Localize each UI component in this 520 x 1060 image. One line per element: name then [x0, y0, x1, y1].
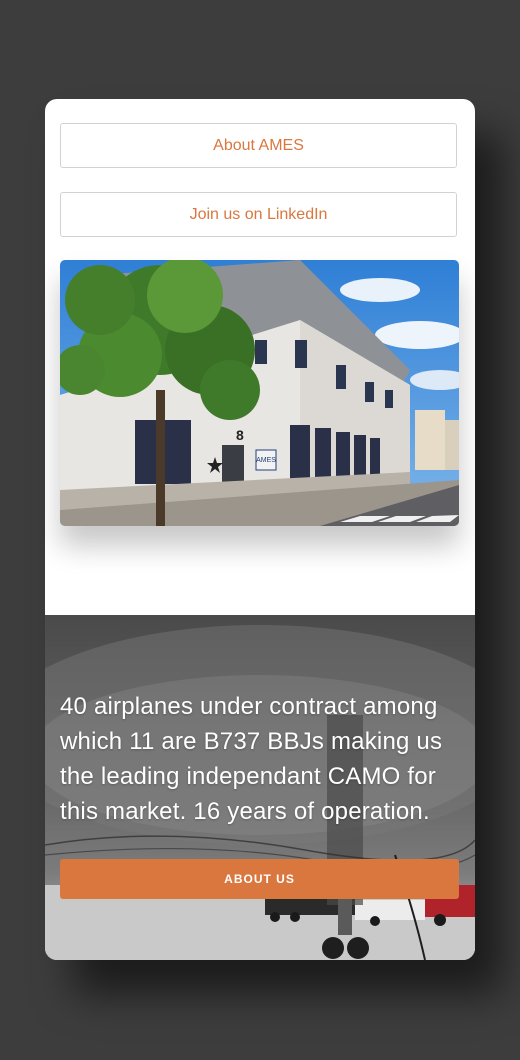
hero-section: 40 airplanes under contract among which …: [45, 615, 475, 960]
house-number: 8: [236, 427, 244, 443]
hero-description: 40 airplanes under contract among which …: [60, 693, 443, 825]
linkedin-button[interactable]: Join us on LinkedIn: [60, 192, 457, 237]
office-building-photo: AMES 8: [60, 260, 459, 526]
about-ames-button[interactable]: About AMES: [60, 123, 457, 168]
about-us-button[interactable]: ABOUT US: [60, 859, 459, 899]
building-sign-text: AMES: [256, 457, 276, 464]
mobile-page-frame: About AMES Join us on LinkedIn AMES 8 40…: [45, 99, 475, 960]
